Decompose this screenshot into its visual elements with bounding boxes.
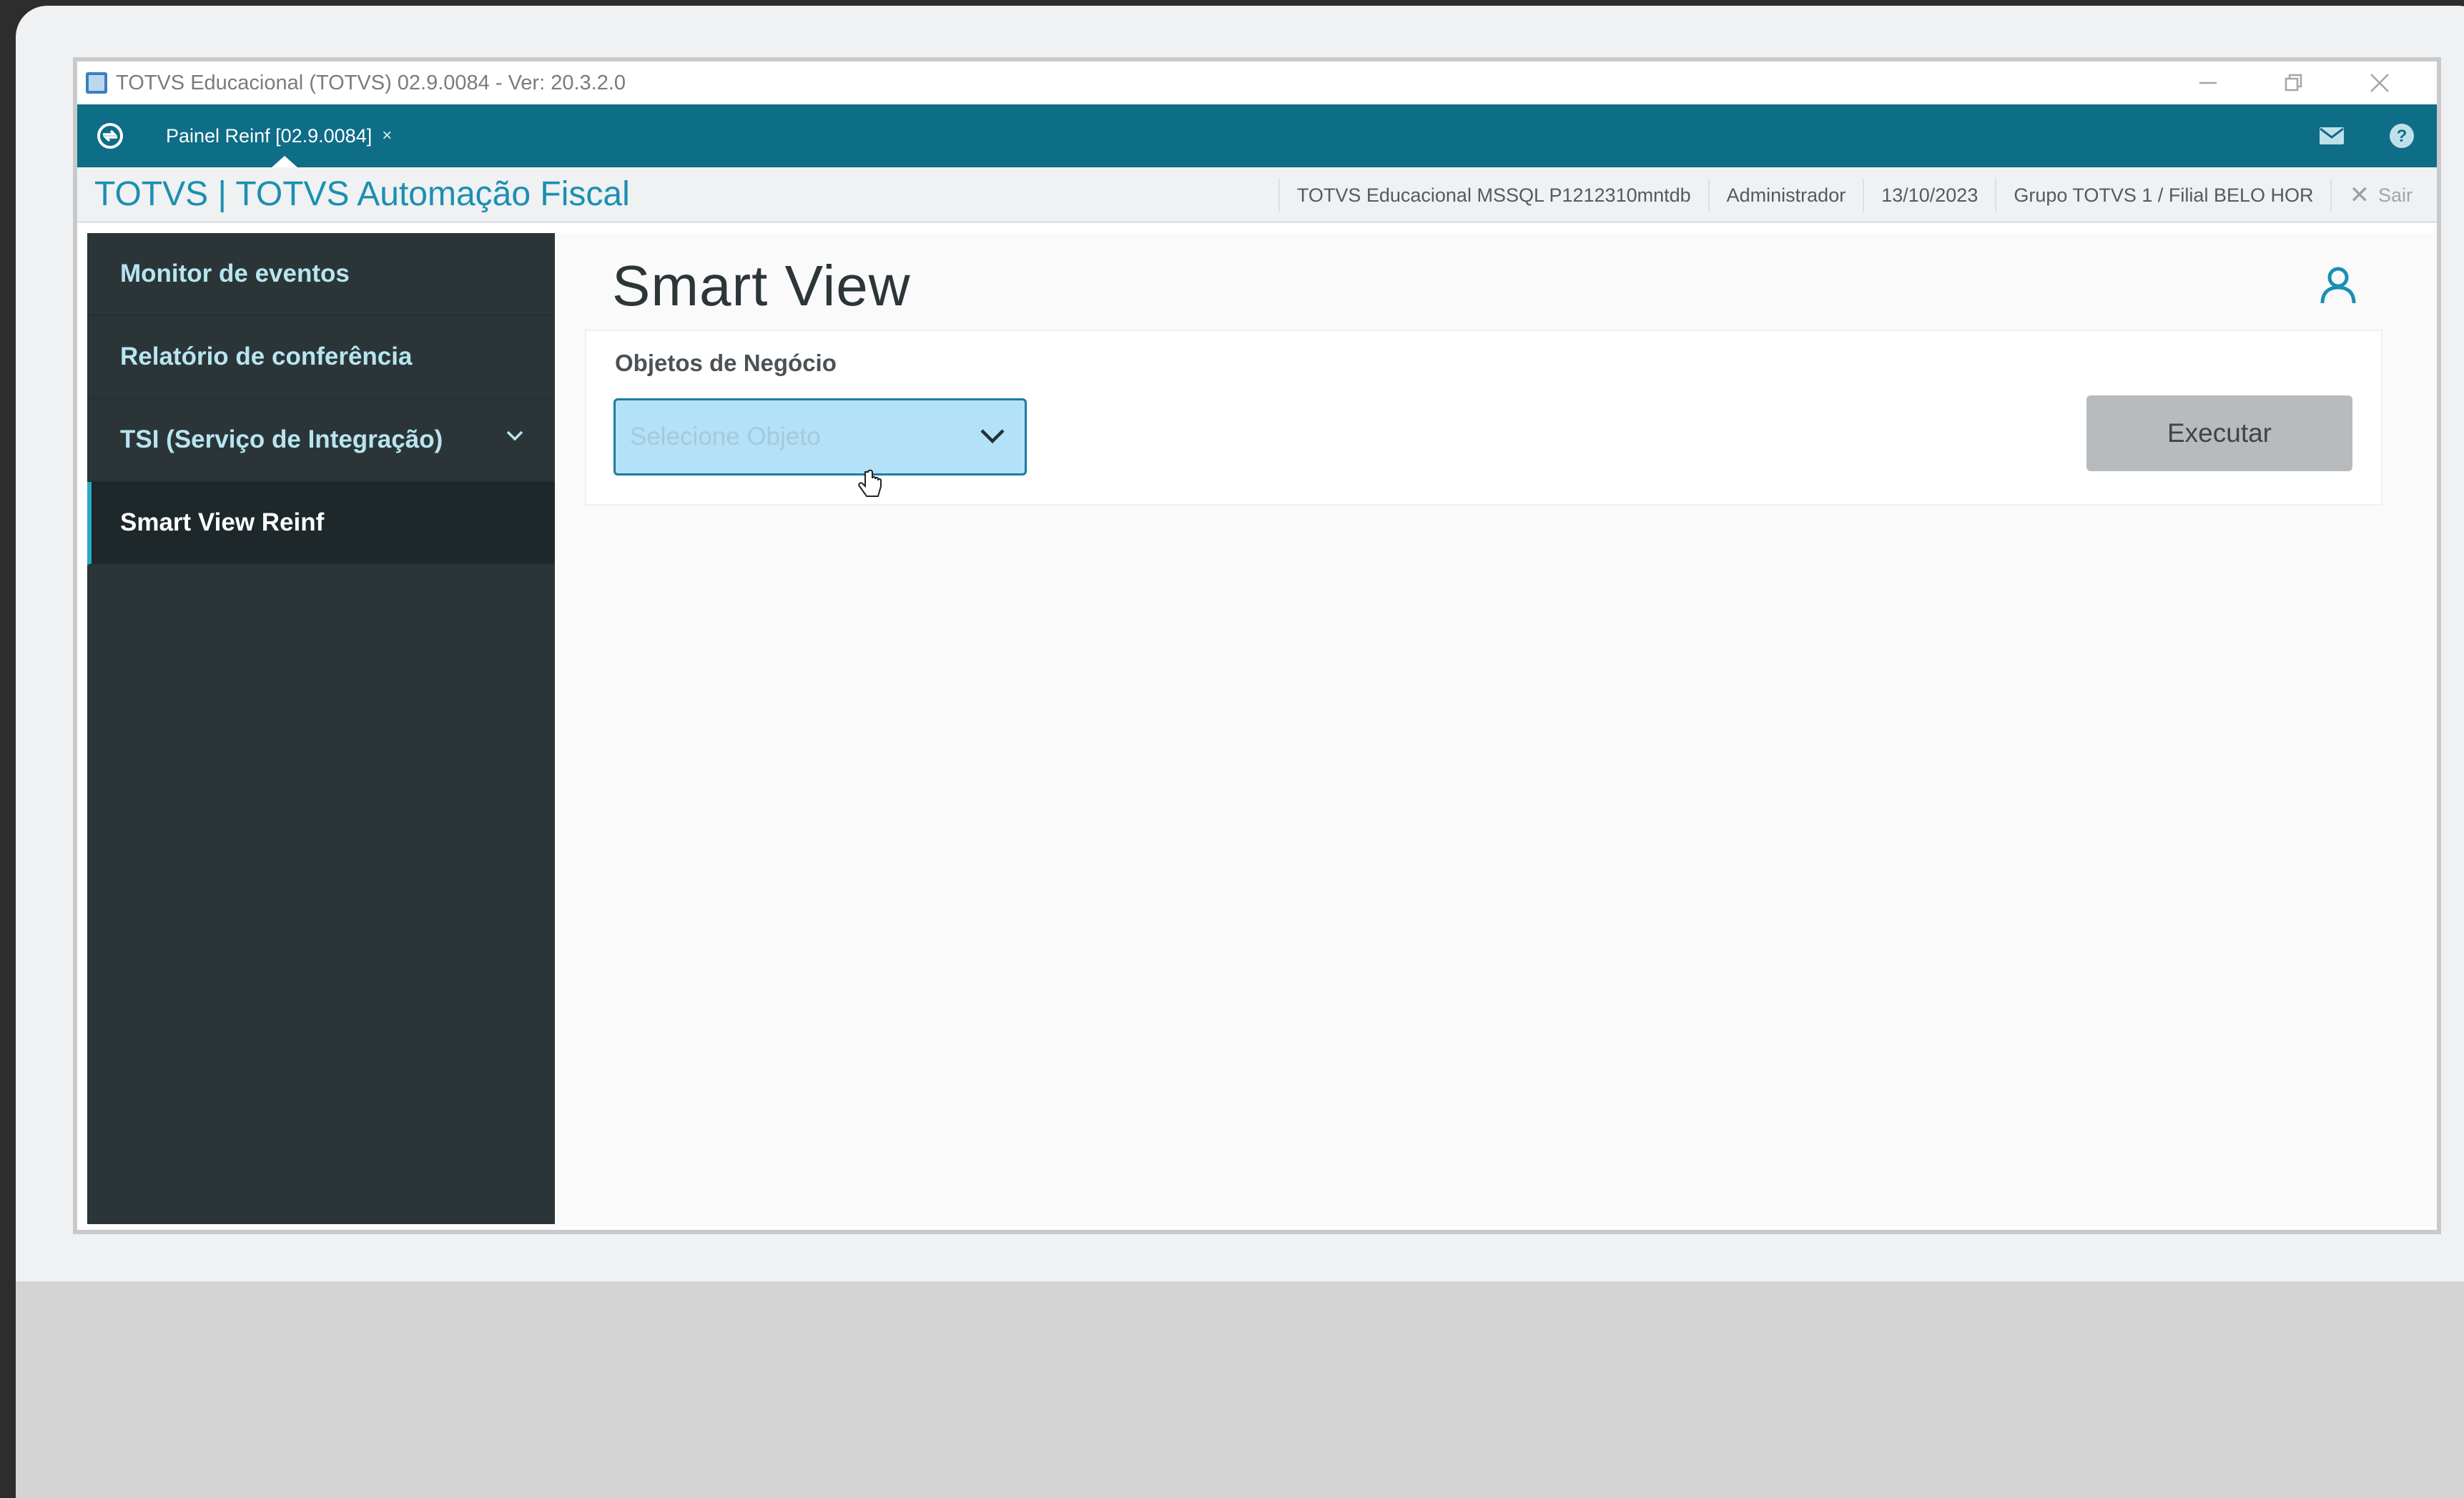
app-brand: TOTVS | TOTVS Automação Fiscal xyxy=(94,175,630,213)
user-icon[interactable] xyxy=(2318,265,2358,305)
sidebar-menu: Monitor de eventos Relatório de conferên… xyxy=(87,233,555,1224)
top-navbar: Painel Reinf [02.9.0084] × ? xyxy=(77,104,2437,167)
logout-button[interactable]: ✕ Sair xyxy=(2330,179,2430,212)
main-content: Smart View Objetos de Negócio Selecione … xyxy=(555,233,2437,1227)
window-controls xyxy=(2165,61,2423,104)
tab-painel-reinf[interactable]: Painel Reinf [02.9.0084] × xyxy=(166,104,392,167)
sidebar-item-label: Monitor de eventos xyxy=(120,260,350,287)
sidebar-item-smart-view-reinf[interactable]: Smart View Reinf xyxy=(87,482,555,565)
restore-icon xyxy=(2285,74,2302,92)
date-label: 13/10/2023 xyxy=(1863,179,1995,212)
field-label: Objetos de Negócio xyxy=(615,350,837,376)
company-label: Grupo TOTVS 1 / Filial BELO HOR xyxy=(1995,179,2330,212)
mail-icon xyxy=(2320,127,2344,144)
close-window-button[interactable] xyxy=(2337,61,2423,104)
logout-label: Sair xyxy=(2377,184,2413,206)
minimize-icon xyxy=(2199,82,2217,84)
tab-label: Painel Reinf [02.9.0084] xyxy=(166,124,373,147)
hand-cursor-icon xyxy=(858,469,882,497)
header-infobar: TOTVS | TOTVS Automação Fiscal TOTVS Edu… xyxy=(77,167,2437,223)
execute-button[interactable]: Executar xyxy=(2086,395,2352,471)
active-tab-marker xyxy=(272,156,297,167)
window-title: TOTVS Educacional (TOTVS) 02.9.0084 - Ve… xyxy=(116,71,626,94)
user-label: Administrador xyxy=(1707,179,1863,212)
svg-text:?: ? xyxy=(2397,127,2408,146)
select-placeholder: Selecione Objeto xyxy=(630,423,821,450)
business-objects-card: Objetos de Negócio Selecione Objeto Exec… xyxy=(585,330,2382,506)
sidebar-item-label: Smart View Reinf xyxy=(120,508,325,536)
sidebar-item-relatorio-conferencia[interactable]: Relatório de conferência xyxy=(87,316,555,399)
sidebar-item-label: TSI (Serviço de Integração) xyxy=(120,425,443,453)
window-titlebar: TOTVS Educacional (TOTVS) 02.9.0084 - Ve… xyxy=(77,61,2437,104)
chevron-down-icon[interactable] xyxy=(505,429,525,442)
environment-label: TOTVS Educacional MSSQL P1212310mntdb xyxy=(1278,179,1708,212)
chevron-down-icon xyxy=(980,429,1005,444)
topbar-actions: ? xyxy=(2297,104,2437,167)
object-select[interactable]: Selecione Objeto xyxy=(613,398,1027,475)
sidebar-item-label: Relatório de conferência xyxy=(120,343,413,370)
minimize-button[interactable] xyxy=(2165,61,2251,104)
refresh-home-icon[interactable] xyxy=(94,120,126,152)
close-x-icon: ✕ xyxy=(2349,182,2370,209)
mail-button[interactable] xyxy=(2297,104,2367,167)
help-icon: ? xyxy=(2390,124,2414,148)
session-info: TOTVS Educacional MSSQL P1212310mntdb Ad… xyxy=(1278,167,2430,223)
app-window: TOTVS Educacional (TOTVS) 02.9.0084 - Ve… xyxy=(73,57,2441,1234)
laptop-screen: TOTVS Educacional (TOTVS) 02.9.0084 - Ve… xyxy=(16,6,2464,1498)
app-icon xyxy=(86,72,107,94)
sidebar-item-monitor-eventos[interactable]: Monitor de eventos xyxy=(87,233,555,316)
close-icon xyxy=(2370,74,2389,92)
tab-close-icon[interactable]: × xyxy=(382,126,392,146)
sidebar-item-tsi[interactable]: TSI (Serviço de Integração) xyxy=(87,399,555,482)
screen-bezel-bottom xyxy=(16,1281,2464,1498)
page-title: Smart View xyxy=(612,254,911,317)
restore-button[interactable] xyxy=(2251,61,2337,104)
help-button[interactable]: ? xyxy=(2367,104,2437,167)
